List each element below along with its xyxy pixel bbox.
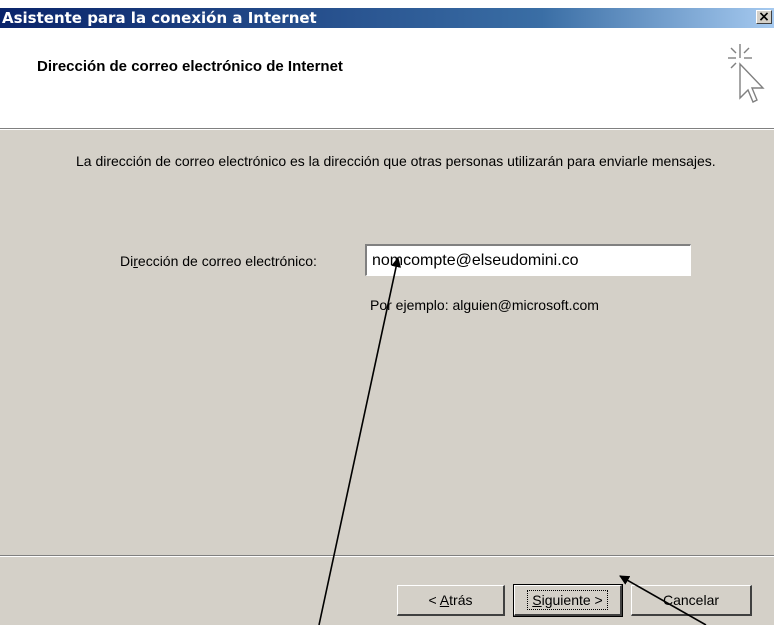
email-label: Dirección de correo electrónico:	[120, 253, 317, 269]
example-text: Por ejemplo: alguien@microsoft.com	[370, 297, 599, 313]
footer-separator-highlight	[0, 556, 774, 557]
close-button[interactable]: ×	[756, 10, 772, 24]
wizard-body: La dirección de correo electrónico es la…	[0, 130, 774, 625]
back-button[interactable]: < Atrás	[397, 585, 505, 616]
page-title: Dirección de correo electrónico de Inter…	[37, 58, 343, 75]
back-label-part: <	[428, 591, 440, 608]
description-text: La dirección de correo electrónico es la…	[76, 153, 716, 169]
back-label-accelerator: A	[439, 591, 450, 608]
window-title: Asistente para la conexión a Internet	[2, 9, 317, 27]
email-label-part: ección de correo electrónico:	[137, 253, 317, 269]
back-label-part: trás	[449, 591, 473, 608]
next-label-accelerator: S	[532, 591, 542, 608]
wizard-window: Asistente para la conexión a Internet × …	[0, 0, 774, 625]
next-button[interactable]: Siguiente >	[513, 584, 623, 617]
title-bar: Asistente para la conexión a Internet ×	[0, 8, 774, 28]
next-button-focus: Siguiente >	[527, 589, 608, 610]
next-label-part: iguiente >	[541, 591, 603, 608]
wizard-cursor-icon	[728, 44, 765, 103]
email-label-part: Di	[120, 253, 134, 269]
wizard-header: Dirección de correo electrónico de Inter…	[0, 28, 774, 129]
email-input[interactable]	[365, 244, 691, 276]
cancel-button[interactable]: Cancelar	[631, 585, 752, 616]
